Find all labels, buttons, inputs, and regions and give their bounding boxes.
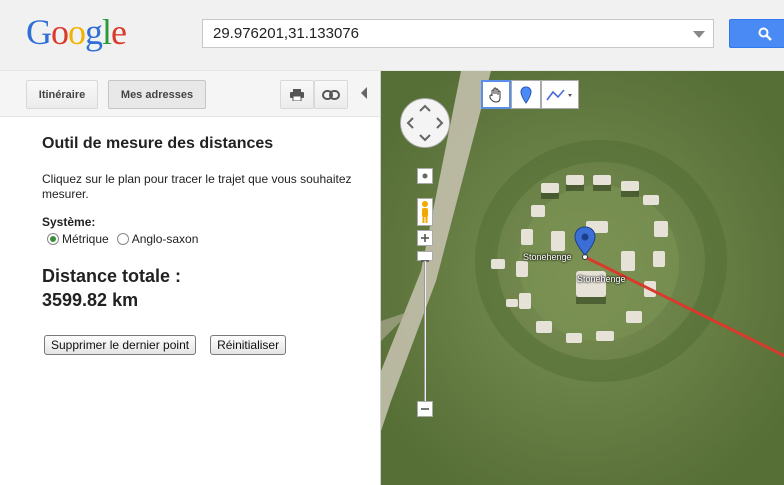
map-view[interactable]: Stonehenge Stonehenge xyxy=(380,71,784,485)
remove-last-point-button[interactable]: Supprimer le dernier point xyxy=(44,335,197,355)
search-button[interactable] xyxy=(729,19,784,48)
map-marker-icon[interactable] xyxy=(574,226,596,256)
imperial-option[interactable]: Anglo-saxon xyxy=(116,232,199,246)
pin-label: Stonehenge xyxy=(577,274,626,284)
dot-icon xyxy=(422,173,428,179)
logo-letter: e xyxy=(111,12,127,52)
map-tools xyxy=(481,80,579,109)
total-distance-value: 3599.82 km xyxy=(42,290,139,310)
metric-option[interactable]: Métrique xyxy=(47,232,109,246)
pan-hand-tool[interactable] xyxy=(481,80,511,109)
panel-title: Outil de mesure des distances xyxy=(42,135,274,152)
zoom-track[interactable] xyxy=(424,261,426,401)
metric-label: Métrique xyxy=(62,232,109,246)
itinerary-label: Itinéraire xyxy=(38,88,86,101)
imperial-radio[interactable] xyxy=(116,233,129,245)
search-box xyxy=(202,19,714,48)
system-label: Système: xyxy=(42,215,96,229)
print-icon xyxy=(290,88,304,101)
instructions-text: Cliquez sur le plan pour tracer le traje… xyxy=(42,172,352,201)
chevron-down-icon[interactable] xyxy=(693,31,705,38)
google-logo[interactable]: Google xyxy=(26,12,127,52)
itinerary-button[interactable]: Itinéraire xyxy=(26,80,98,109)
metric-radio[interactable] xyxy=(47,233,59,245)
minus-icon xyxy=(421,408,429,410)
line-tool-icon xyxy=(546,88,572,100)
marker-tool-icon xyxy=(520,85,532,104)
my-places-label: Mes adresses xyxy=(120,88,194,101)
plus-icon xyxy=(421,234,429,242)
logo-letter: o xyxy=(68,12,86,52)
left-panel: Itinéraire Mes adresses Outil de mesure … xyxy=(0,71,380,485)
reset-button[interactable]: Réinitialiser xyxy=(210,335,287,355)
imperial-label: Anglo-saxon xyxy=(131,232,199,246)
print-button[interactable] xyxy=(280,80,314,109)
panel-toolbar: Itinéraire Mes adresses xyxy=(0,71,380,117)
logo-letter: G xyxy=(26,12,52,52)
pan-control[interactable] xyxy=(400,98,450,148)
measure-tool-content: Outil de mesure des distances Cliquez su… xyxy=(42,135,362,355)
hand-icon xyxy=(489,87,501,103)
street-view-pegman[interactable] xyxy=(417,198,433,226)
logo-letter: l xyxy=(102,12,112,52)
zoom-in-button[interactable] xyxy=(417,230,433,246)
header: Google xyxy=(0,0,784,71)
pin-label: Stonehenge xyxy=(523,252,572,262)
draw-line-tool[interactable] xyxy=(541,80,579,109)
link-button[interactable] xyxy=(314,80,348,109)
pegman-icon xyxy=(422,201,428,223)
place-marker-tool[interactable] xyxy=(511,80,541,109)
search-icon xyxy=(758,27,772,41)
logo-letter: g xyxy=(85,12,103,52)
total-distance-label: Distance totale : xyxy=(42,266,182,286)
action-buttons: Supprimer le dernier point Réinitialiser xyxy=(44,335,362,355)
search-input[interactable] xyxy=(203,20,673,47)
link-icon xyxy=(322,89,340,100)
my-places-button[interactable]: Mes adresses xyxy=(108,80,206,109)
zoom-slider-handle[interactable] xyxy=(417,251,433,262)
pan-arrows-icon xyxy=(406,104,444,142)
logo-letter: o xyxy=(51,12,69,52)
collapse-panel-icon[interactable] xyxy=(361,87,367,99)
unit-system-options: Métrique Anglo-saxon xyxy=(47,232,362,246)
zoom-out-button[interactable] xyxy=(417,401,433,417)
reset-view-button[interactable] xyxy=(417,168,433,184)
